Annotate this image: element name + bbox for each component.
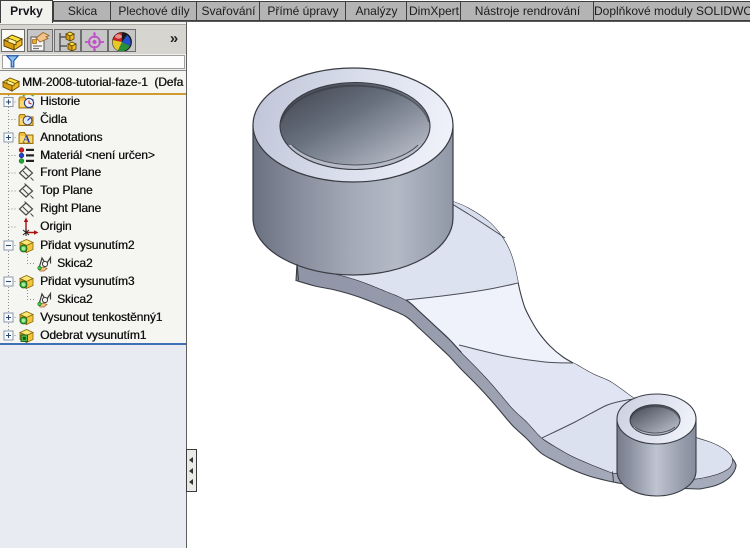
svg-text:A: A (23, 134, 31, 146)
